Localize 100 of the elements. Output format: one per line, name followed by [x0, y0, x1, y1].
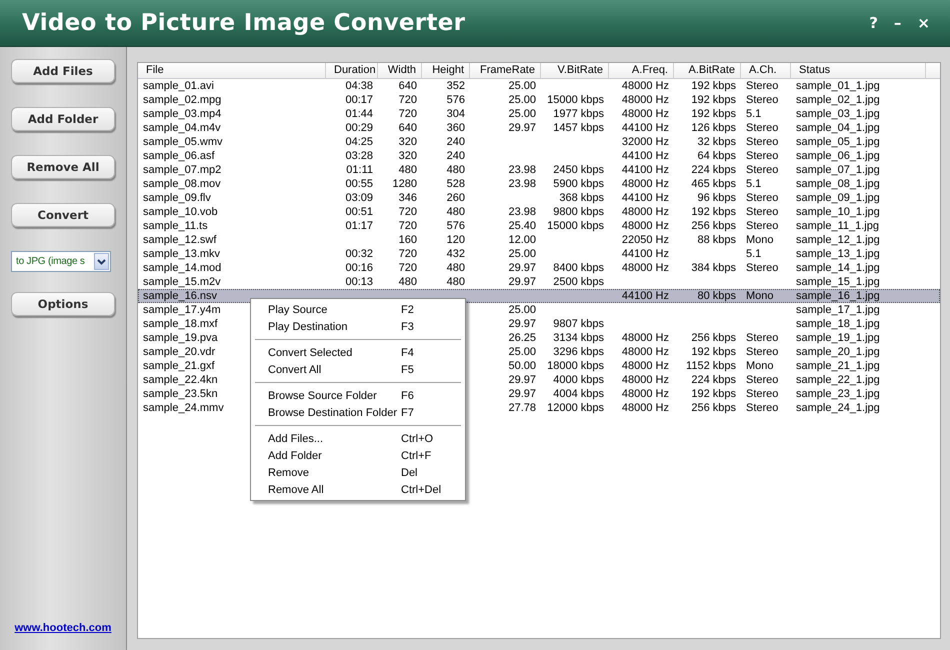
- table-cell: 720: [398, 94, 417, 106]
- table-cell: sample_05_1.jpg: [796, 136, 880, 148]
- sidebar-button[interactable]: Add Files: [11, 59, 115, 83]
- menu-item[interactable]: Convert Selected F4: [251, 344, 465, 361]
- table-cell: 04:38: [345, 80, 373, 92]
- table-cell: 480: [398, 276, 417, 288]
- table-cell: 5.1: [746, 108, 762, 120]
- table-cell: 1977 kbps: [553, 108, 604, 120]
- table-cell: 126 kbps: [691, 122, 736, 134]
- table-cell: Mono: [746, 360, 774, 372]
- menu-item[interactable]: Add Files... Ctrl+O: [251, 430, 465, 447]
- close-button[interactable]: ×: [911, 14, 936, 32]
- table-cell: sample_05.wmv: [143, 136, 222, 148]
- table-cell: sample_11_1.jpg: [796, 220, 879, 232]
- table-cell: 01:11: [346, 164, 373, 176]
- format-dropdown[interactable]: to JPG (image s: [11, 251, 111, 272]
- menu-item[interactable]: Play Source F2: [251, 301, 465, 318]
- column-header[interactable]: Status: [791, 63, 926, 78]
- sidebar-button[interactable]: Remove All: [11, 155, 115, 179]
- table-cell: sample_06_1.jpg: [796, 150, 880, 162]
- column-header[interactable]: FrameRate: [470, 63, 541, 78]
- table-cell: 26.25: [508, 332, 536, 344]
- table-cell: 01:44: [345, 108, 373, 120]
- table-cell: Stereo: [746, 150, 778, 162]
- table-cell: 12.00: [508, 234, 536, 246]
- table-cell: 44100 Hz: [622, 192, 669, 204]
- sidebar-button[interactable]: Add Folder: [11, 107, 115, 131]
- table-cell: 1457 kbps: [553, 122, 604, 134]
- table-cell: 4000 kbps: [553, 374, 604, 386]
- table-cell: 29.97: [508, 388, 536, 400]
- table-cell: sample_20.vdr: [143, 346, 216, 358]
- table-cell: 720: [398, 248, 417, 260]
- menu-item[interactable]: Convert All F5: [251, 361, 465, 378]
- table-cell: 25.00: [508, 248, 536, 260]
- column-header[interactable]: A.BitRate: [674, 63, 741, 78]
- minimize-button[interactable]: –: [888, 14, 908, 32]
- table-cell: 192 kbps: [691, 206, 736, 218]
- sidebar-button[interactable]: Convert: [11, 203, 115, 227]
- window-title: Video to Picture Image Converter: [22, 10, 466, 36]
- table-cell: sample_02.mpg: [143, 94, 222, 106]
- column-header[interactable]: File: [138, 63, 326, 78]
- table-cell: 465 kbps: [691, 178, 736, 190]
- column-header[interactable]: Width: [378, 63, 422, 78]
- table-cell: 00:13: [345, 276, 373, 288]
- table-cell: 192 kbps: [691, 94, 736, 106]
- selected-row[interactable]: sample_16.nsv 44100 Hz 80 kbps Mono sample_16_1.jpg: [138, 289, 940, 303]
- table-cell: Stereo: [746, 122, 778, 134]
- table-cell: 224 kbps: [691, 164, 736, 176]
- table-cell: 44100 Hz: [622, 164, 669, 176]
- table-cell: 25.00: [508, 346, 536, 358]
- table-cell: 260: [446, 192, 465, 204]
- table-cell: sample_04_1.jpg: [796, 122, 880, 134]
- table-cell: Stereo: [746, 402, 778, 414]
- table-cell: sample_06.asf: [143, 150, 215, 162]
- table-cell: 480: [446, 262, 465, 274]
- table-cell: 15000 kbps: [547, 94, 604, 106]
- table-cell: 00:17: [345, 94, 373, 106]
- table-cell: 50.00: [508, 360, 536, 372]
- table-cell: 3134 kbps: [553, 332, 604, 344]
- table-cell: 88 kbps: [697, 234, 736, 246]
- table-cell: 29.97: [508, 276, 536, 288]
- table-cell: 00:55: [345, 178, 373, 190]
- table-cell: Stereo: [746, 346, 778, 358]
- table-cell: 352: [446, 80, 465, 92]
- table-cell: 576: [446, 220, 465, 232]
- column-header[interactable]: A.Freq.: [609, 63, 674, 78]
- table-cell: 48000 Hz: [622, 108, 669, 120]
- menu-item[interactable]: Remove All Ctrl+Del: [251, 481, 465, 498]
- table-cell: 432: [446, 248, 465, 260]
- table-cell: sample_03_1.jpg: [796, 108, 880, 120]
- table-cell: 23.98: [508, 164, 536, 176]
- table-cell: sample_16.nsv: [143, 290, 217, 302]
- column-header[interactable]: Duration: [326, 63, 378, 78]
- options-button[interactable]: Options: [11, 292, 115, 316]
- table-cell: sample_12.swf: [143, 234, 216, 246]
- table-cell: sample_20_1.jpg: [796, 346, 880, 358]
- table-cell: 720: [398, 220, 417, 232]
- table-cell: 9807 kbps: [553, 318, 604, 330]
- table-cell: 29.97: [508, 262, 536, 274]
- table-cell: 48000 Hz: [622, 332, 669, 344]
- table-cell: 03:28: [345, 150, 373, 162]
- menu-item[interactable]: Play Destination F3: [251, 318, 465, 335]
- column-header[interactable]: V.BitRate: [541, 63, 609, 78]
- table-cell: Stereo: [746, 374, 778, 386]
- chevron-down-icon: [97, 258, 106, 264]
- table-cell: 00:29: [345, 122, 373, 134]
- menu-item[interactable]: Add Folder Ctrl+F: [251, 447, 465, 464]
- column-header[interactable]: Height: [422, 63, 470, 78]
- column-header[interactable]: A.Ch.: [741, 63, 791, 78]
- table-cell: sample_07.mp2: [143, 164, 222, 176]
- table-cell: 304: [446, 108, 465, 120]
- table-cell: 29.97: [508, 318, 536, 330]
- menu-item[interactable]: Browse Destination Folder F7: [251, 404, 465, 421]
- help-button[interactable]: ?: [863, 14, 884, 32]
- menu-item[interactable]: Remove Del: [251, 464, 465, 481]
- table-cell: sample_18.mxf: [143, 318, 218, 330]
- table-cell: 48000 Hz: [622, 402, 669, 414]
- menu-item[interactable]: Browse Source Folder F6: [251, 387, 465, 404]
- table-cell: 48000 Hz: [622, 220, 669, 232]
- website-link[interactable]: www.hootech.com: [14, 622, 112, 634]
